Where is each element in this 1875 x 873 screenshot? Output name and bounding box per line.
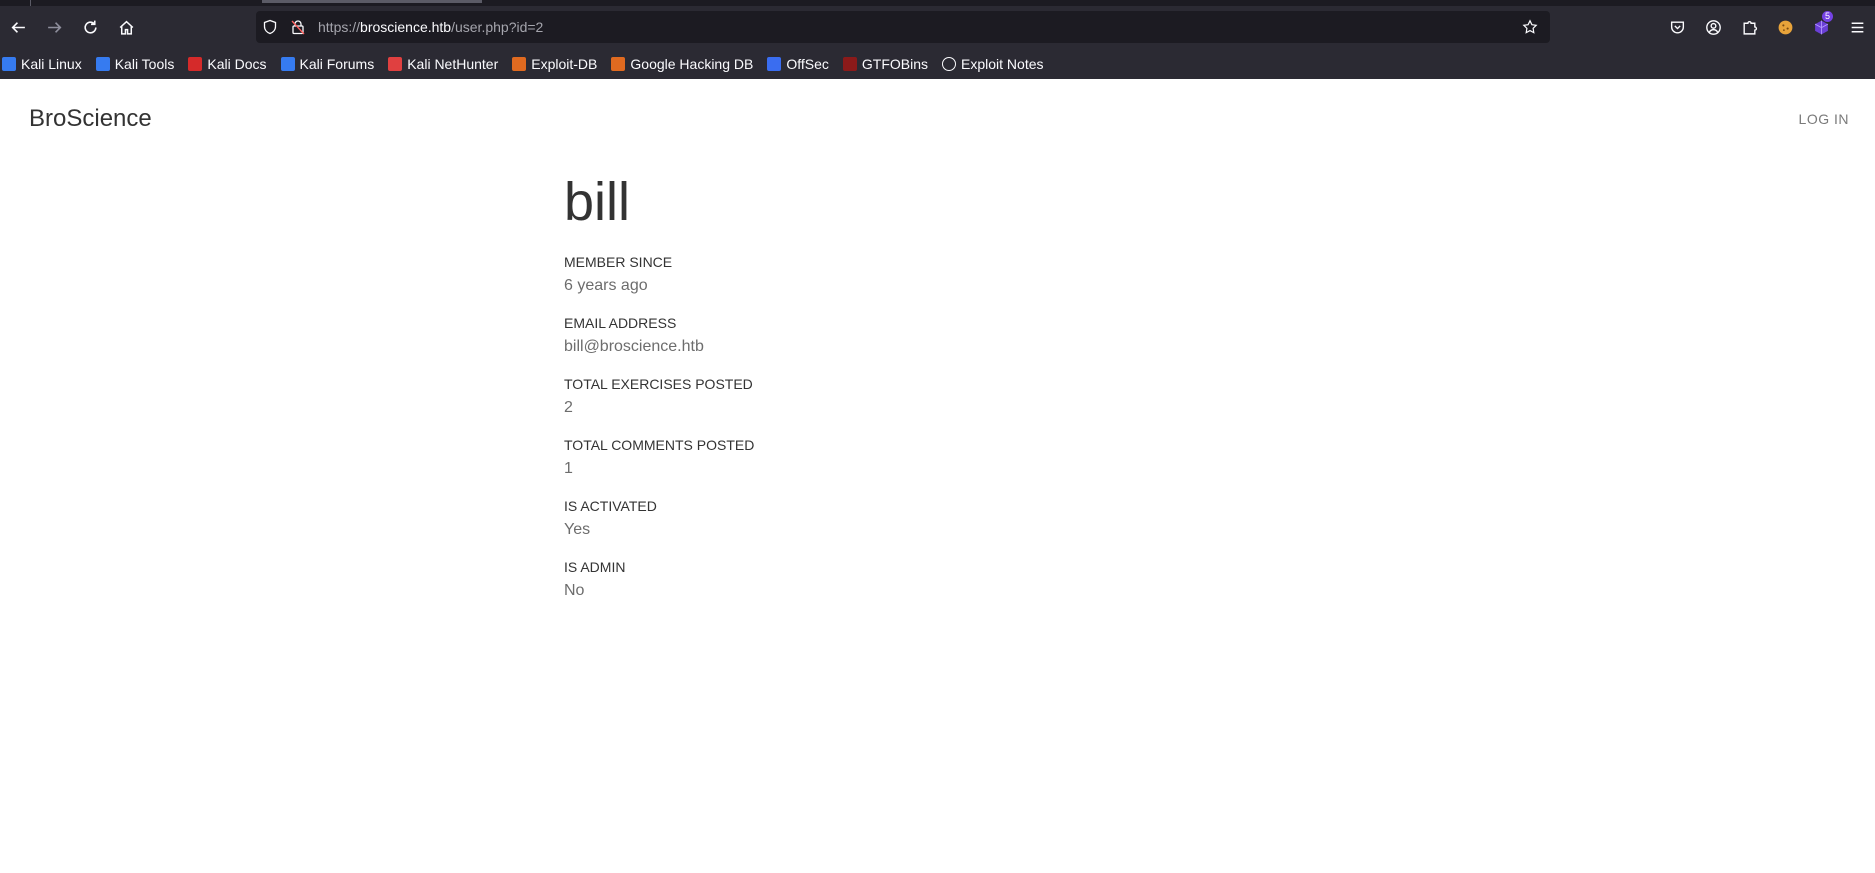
account-icon <box>1705 19 1721 35</box>
profile-field: IS ADMIN No <box>564 559 754 600</box>
page-content: BroScience LOG IN bill MEMBER SINCE 6 yea… <box>0 79 1875 873</box>
puzzle-piece-icon <box>1742 20 1757 35</box>
pocket-icon <box>1670 20 1684 33</box>
arrow-left-icon <box>11 21 25 33</box>
profile-field: TOTAL EXERCISES POSTED 2 <box>564 376 754 417</box>
forward-button[interactable] <box>36 9 72 45</box>
bookmark-item[interactable]: Kali Forums <box>280 55 375 72</box>
kali-dragon-icon <box>2 56 16 71</box>
bookmark-item[interactable]: Exploit-DB <box>512 56 597 72</box>
back-button[interactable] <box>0 9 36 45</box>
account-button[interactable] <box>1695 11 1731 43</box>
bookmark-item[interactable]: Google Hacking DB <box>611 56 753 72</box>
bookmark-item[interactable]: Kali Linux <box>2 56 82 72</box>
profile-field-value: 6 years ago <box>564 277 648 294</box>
bookmark-star-icon[interactable] <box>1516 13 1544 41</box>
bookmark-label: Kali Linux <box>21 55 82 72</box>
kali-tools-icon <box>95 56 110 71</box>
bookmark-label: Kali Tools <box>114 55 175 72</box>
gtfobins-icon <box>842 56 857 71</box>
profile-field-value: 2 <box>564 399 573 416</box>
kali-docs-icon <box>188 56 203 71</box>
profile-field-label: IS ACTIVATED <box>564 498 657 514</box>
cookie-icon <box>1778 20 1792 34</box>
bookmark-label: Exploit-DB <box>531 55 598 72</box>
insecure-lock-icon[interactable] <box>284 13 312 41</box>
bookmark-label: Google Hacking DB <box>630 55 754 72</box>
profile-fields: MEMBER SINCE 6 years ago EMAIL ADDRESS bill… <box>564 254 754 600</box>
home-icon <box>119 20 133 35</box>
profile-field-value: Yes <box>564 521 591 538</box>
url-text[interactable]: https://broscience.htb/user.php?id=2 <box>318 19 543 35</box>
kali-nethunter-icon <box>388 56 403 71</box>
url-path: /user.php?id=2 <box>451 19 544 35</box>
bookmark-item[interactable]: Exploit Notes <box>942 55 1044 72</box>
bookmark-label: OffSec <box>786 55 829 72</box>
hamburger-menu-icon <box>1851 22 1863 32</box>
navigation-toolbar: https://broscience.htb/user.php?id=2 5 <box>0 6 1875 48</box>
profile-field-label: IS ADMIN <box>564 559 626 575</box>
url-host: broscience.htb <box>360 19 452 35</box>
bookmark-item[interactable]: GTFOBins <box>842 55 929 72</box>
pocket-button[interactable] <box>1659 11 1695 43</box>
profile-field-value: 1 <box>564 460 573 477</box>
profile-field-label: MEMBER SINCE <box>564 254 673 270</box>
profile-field-value: bill@broscience.htb <box>564 338 704 355</box>
arrow-right-icon <box>47 21 61 33</box>
offsec-icon <box>767 56 782 71</box>
user-profile: bill MEMBER SINCE 6 years ago EMAIL ADDRES… <box>564 175 754 620</box>
profile-field-label: TOTAL EXERCISES POSTED <box>564 376 753 392</box>
profile-field-value: No <box>564 582 585 599</box>
profile-field: IS ACTIVATED Yes <box>564 498 754 539</box>
home-button[interactable] <box>108 9 144 45</box>
bookmark-item[interactable]: OffSec <box>767 56 829 72</box>
bookmark-label: GTFOBins <box>861 55 929 72</box>
toolbar-right: 5 <box>1659 11 1875 43</box>
bookmark-item[interactable]: Kali Tools <box>95 55 175 72</box>
profile-field: EMAIL ADDRESS bill@broscience.htb <box>564 315 754 356</box>
bookmark-label: Kali NetHunter <box>407 55 499 72</box>
active-tab-indicator[interactable] <box>262 0 482 3</box>
reload-icon <box>83 20 97 34</box>
foxyproxy-extension-button[interactable]: 5 <box>1803 11 1839 43</box>
bookmarks-toolbar: Kali Linux Kali Tools Kali Docs Kali Forums… <box>0 48 1875 79</box>
bookmark-label: Exploit Notes <box>961 55 1044 72</box>
globe-icon <box>942 56 957 71</box>
browser-chrome: https://broscience.htb/user.php?id=2 5 K… <box>0 0 1875 79</box>
cookie-extension-button[interactable] <box>1767 11 1803 43</box>
site-brand-link[interactable]: BroScience <box>29 105 152 133</box>
exploit-db-icon <box>512 56 527 71</box>
shield-icon[interactable] <box>256 13 284 41</box>
reload-button[interactable] <box>72 9 108 45</box>
kali-forums-icon <box>280 56 295 71</box>
bookmark-label: Kali Docs <box>207 55 267 72</box>
ghdb-icon <box>611 56 626 71</box>
extension-badge: 5 <box>1821 11 1833 22</box>
extensions-button[interactable] <box>1731 11 1767 43</box>
profile-field: MEMBER SINCE 6 years ago <box>564 254 754 295</box>
profile-field: TOTAL COMMENTS POSTED 1 <box>564 437 754 478</box>
app-menu-button[interactable] <box>1839 11 1875 43</box>
profile-field-label: EMAIL ADDRESS <box>564 315 677 331</box>
url-scheme: https:// <box>318 19 361 35</box>
bookmark-item[interactable]: Kali NetHunter <box>388 56 498 72</box>
bookmark-label: Kali Forums <box>299 55 375 72</box>
profile-username: bill <box>564 172 631 232</box>
address-bar[interactable]: https://broscience.htb/user.php?id=2 <box>256 11 1550 43</box>
bookmark-item[interactable]: Kali Docs <box>188 55 267 72</box>
login-link[interactable]: LOG IN <box>1799 111 1849 127</box>
profile-field-label: TOTAL COMMENTS POSTED <box>564 437 755 453</box>
